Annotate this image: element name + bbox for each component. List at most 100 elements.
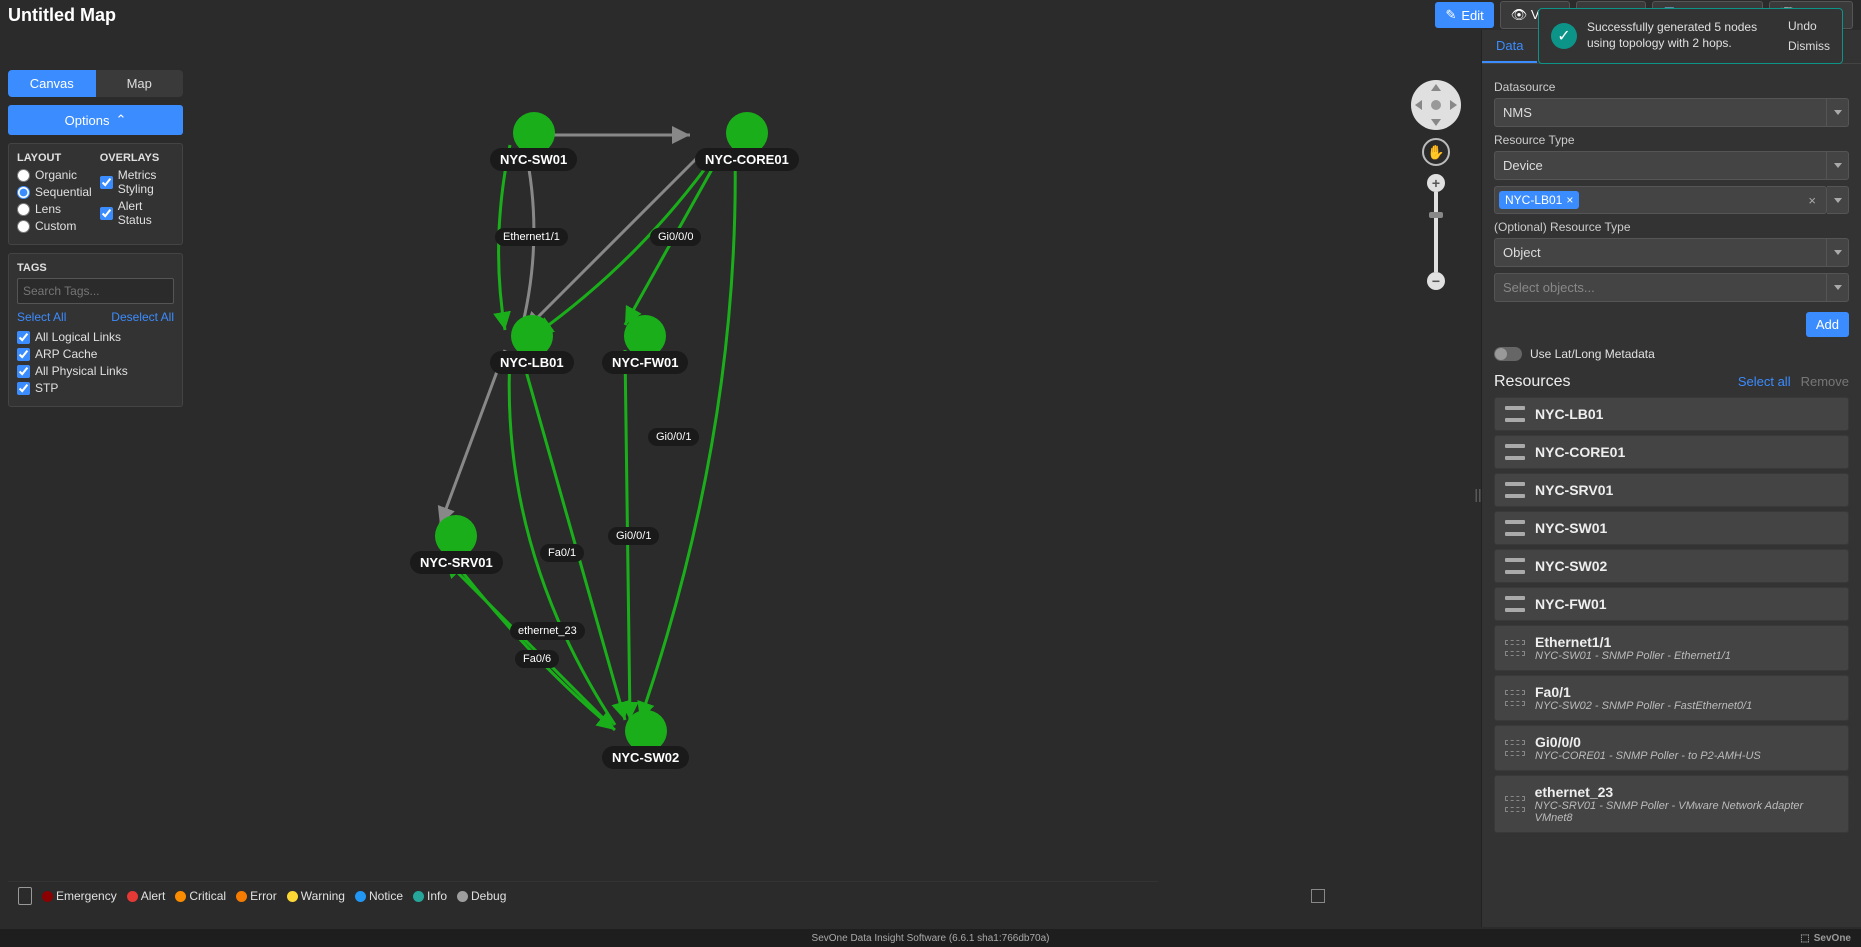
opt-resource-type-label: (Optional) Resource Type	[1494, 220, 1849, 234]
zoom-slider[interactable]	[1434, 192, 1438, 272]
chevron-down-icon[interactable]	[1827, 238, 1849, 267]
resources-select-all[interactable]: Select all	[1738, 374, 1791, 389]
pan-up-icon[interactable]	[1431, 84, 1441, 91]
tab-canvas[interactable]: Canvas	[8, 70, 96, 97]
resource-name: NYC-SW01	[1535, 520, 1607, 536]
pan-control[interactable]	[1411, 80, 1461, 130]
check-alert[interactable]	[100, 207, 113, 220]
legend-item: Error	[236, 889, 277, 903]
resource-name: NYC-SW02	[1535, 558, 1607, 574]
toast-dismiss[interactable]: Dismiss	[1788, 39, 1830, 53]
edge-label: Gi0/0/0	[650, 228, 701, 246]
success-toast: ✓ Successfully generated 5 nodes using t…	[1538, 8, 1843, 64]
radio-sequential[interactable]	[17, 186, 30, 199]
chevron-down-icon[interactable]	[1827, 98, 1849, 127]
resource-item[interactable]: Fa0/1NYC-SW02 - SNMP Poller - FastEthern…	[1494, 675, 1849, 721]
node-sw01[interactable]: NYC-SW01	[490, 112, 577, 171]
resource-name: NYC-SRV01	[1535, 482, 1613, 498]
resource-item[interactable]: NYC-SW01	[1494, 511, 1849, 545]
expand-icon[interactable]	[1311, 889, 1325, 903]
opt-resource-type-select[interactable]: Object	[1494, 238, 1827, 267]
remove-tag-icon[interactable]: ×	[1566, 193, 1573, 207]
resource-type-label: Resource Type	[1494, 133, 1849, 147]
edit-button[interactable]: ✎Edit	[1435, 2, 1493, 28]
node-fw01[interactable]: NYC-FW01	[602, 315, 688, 374]
pan-right-icon[interactable]	[1450, 100, 1457, 110]
zoom-in-button[interactable]: +	[1427, 174, 1445, 192]
chevron-down-icon[interactable]	[1827, 151, 1849, 180]
datasource-label: Datasource	[1494, 80, 1849, 94]
zoom-out-button[interactable]: −	[1427, 272, 1445, 290]
add-button[interactable]: Add	[1806, 312, 1849, 337]
resource-item[interactable]: NYC-SRV01	[1494, 473, 1849, 507]
pan-center-icon[interactable]	[1431, 100, 1441, 110]
edge-label: Ethernet1/1	[495, 228, 568, 246]
objects-select[interactable]: Select objects...	[1494, 273, 1827, 302]
zoom-handle[interactable]	[1429, 212, 1443, 218]
check-metrics[interactable]	[100, 176, 113, 189]
clear-all-icon[interactable]: ×	[1802, 193, 1822, 208]
device-tags-input[interactable]: NYC-LB01× ×	[1494, 186, 1827, 214]
edge-label: Gi0/0/1	[648, 428, 699, 446]
resource-item[interactable]: NYC-LB01	[1494, 397, 1849, 431]
pan-down-icon[interactable]	[1431, 119, 1441, 126]
resource-item[interactable]: NYC-CORE01	[1494, 435, 1849, 469]
node-core01[interactable]: NYC-CORE01	[695, 112, 799, 171]
tab-data[interactable]: Data	[1482, 30, 1537, 63]
resource-subtitle: NYC-SW01 - SNMP Poller - Ethernet1/1	[1535, 650, 1731, 662]
legend-item: Emergency	[42, 889, 117, 903]
radio-organic[interactable]	[17, 169, 30, 182]
resource-item[interactable]: Gi0/0/0NYC-CORE01 - SNMP Poller - to P2-…	[1494, 725, 1849, 771]
pan-left-icon[interactable]	[1415, 100, 1422, 110]
hand-tool-icon[interactable]: ✋	[1422, 138, 1450, 166]
tags-search-input[interactable]	[17, 278, 174, 304]
resource-name: Ethernet1/1	[1535, 634, 1731, 650]
resource-item[interactable]: NYC-SW02	[1494, 549, 1849, 583]
resource-type-select[interactable]: Device	[1494, 151, 1827, 180]
radio-custom[interactable]	[17, 220, 30, 233]
toast-undo[interactable]: Undo	[1788, 19, 1830, 33]
toast-message: Successfully generated 5 nodes using top…	[1587, 20, 1778, 51]
node-sw02[interactable]: NYC-SW02	[602, 710, 689, 769]
node-lb01[interactable]: NYC-LB01	[490, 315, 574, 374]
resource-item[interactable]: NYC-FW01	[1494, 587, 1849, 621]
tab-map[interactable]: Map	[96, 70, 184, 97]
legend-item: Critical	[175, 889, 226, 903]
footer-text: SevOne Data Insight Software (6.6.1 sha1…	[812, 933, 1050, 944]
check-physical-links[interactable]	[17, 365, 30, 378]
datasource-select[interactable]: NMS	[1494, 98, 1827, 127]
tags-header: TAGS	[17, 262, 174, 274]
tags-select-all[interactable]: Select All	[17, 310, 66, 324]
edge-label: Fa0/1	[540, 544, 584, 562]
resource-item[interactable]: ethernet_23NYC-SRV01 - SNMP Poller - VMw…	[1494, 775, 1849, 833]
tag-chip[interactable]: NYC-LB01×	[1499, 191, 1579, 209]
brand-logo: ⬚ SevOne	[1800, 933, 1851, 944]
latlong-toggle[interactable]	[1494, 347, 1522, 361]
legend-item: Notice	[355, 889, 403, 903]
resource-subtitle: NYC-SW02 - SNMP Poller - FastEthernet0/1	[1535, 700, 1752, 712]
check-arp-cache[interactable]	[17, 348, 30, 361]
resource-subtitle: NYC-SRV01 - SNMP Poller - VMware Network…	[1535, 800, 1838, 824]
latlong-label: Use Lat/Long Metadata	[1530, 347, 1655, 361]
resource-name: NYC-CORE01	[1535, 444, 1625, 460]
check-logical-links[interactable]	[17, 331, 30, 344]
chevron-down-icon[interactable]	[1827, 273, 1849, 302]
resources-title: Resources	[1494, 373, 1570, 391]
device-icon	[1505, 406, 1525, 422]
options-button[interactable]: Options⌃	[8, 105, 183, 135]
object-icon	[1505, 740, 1525, 756]
resource-name: ethernet_23	[1535, 784, 1838, 800]
radio-lens[interactable]	[17, 203, 30, 216]
legend-item: Info	[413, 889, 447, 903]
resource-subtitle: NYC-CORE01 - SNMP Poller - to P2-AMH-US	[1535, 750, 1761, 762]
chevron-down-icon[interactable]	[1827, 186, 1849, 214]
resource-item[interactable]: Ethernet1/1NYC-SW01 - SNMP Poller - Ethe…	[1494, 625, 1849, 671]
tags-deselect-all[interactable]: Deselect All	[111, 310, 174, 324]
bookmark-icon[interactable]	[18, 887, 32, 905]
node-srv01[interactable]: NYC-SRV01	[410, 515, 503, 574]
device-icon	[1505, 596, 1525, 612]
object-icon	[1505, 690, 1525, 706]
device-icon	[1505, 444, 1525, 460]
resize-handle[interactable]: ||	[1474, 479, 1482, 509]
check-stp[interactable]	[17, 382, 30, 395]
